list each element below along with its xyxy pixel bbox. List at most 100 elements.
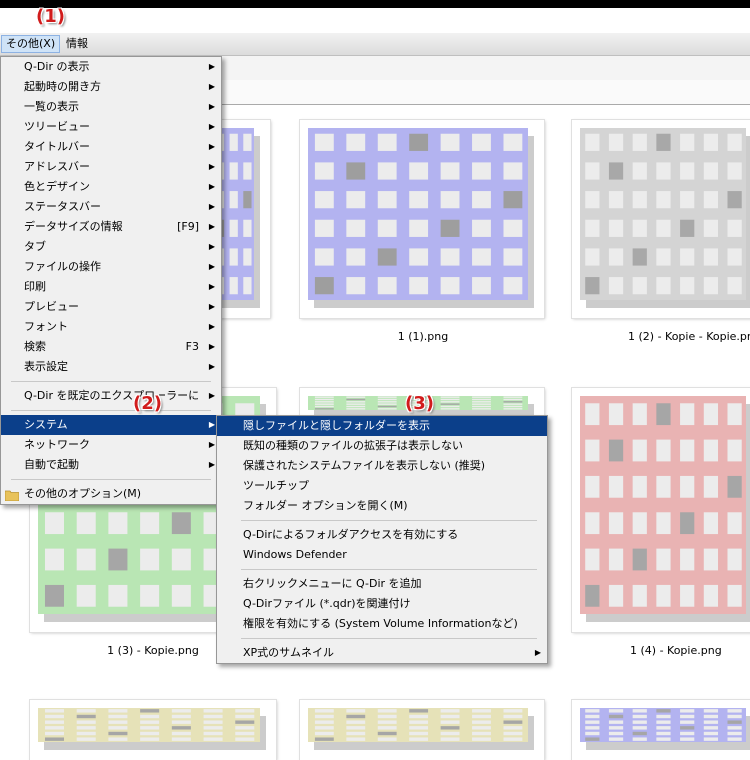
menu-item[interactable]: プレビュー ▶ — [1, 297, 221, 317]
menu-item-label: タブ — [24, 240, 46, 253]
submenu-arrow-icon: ▶ — [208, 242, 215, 251]
other-dropdown-menu: Q-Dir の表示 ▶ 起動時の開き方 ▶ 一覧の表示 ▶ ツリービュー ▶ タイトルバー ▶ アド… — [0, 56, 222, 505]
menu-item-shortcut: [F9] — [177, 220, 199, 233]
submenu-item[interactable]: フォルダー オプションを開く(M) — [217, 496, 547, 516]
submenu-arrow-icon: ▶ — [208, 460, 215, 469]
menu-item[interactable]: 印刷 ▶ — [1, 277, 221, 297]
submenu-arrow-icon: ▶ — [208, 82, 215, 91]
menu-item[interactable]: ステータスバー ▶ — [1, 197, 221, 217]
menu-separator — [241, 638, 537, 639]
menu-item[interactable]: Q-Dir の表示 ▶ — [1, 57, 221, 77]
submenu-item[interactable]: 隠しファイルと隠しフォルダーを表示 — [217, 416, 547, 436]
menu-other[interactable]: その他(X) — [1, 35, 61, 53]
menu-item-label: 一覧の表示 — [24, 100, 79, 113]
submenu-arrow-icon: ▶ — [208, 202, 215, 211]
menu-item-label: Q-Dirによるフォルダアクセスを有効にする — [243, 528, 459, 541]
submenu-arrow-icon: ▶ — [208, 222, 215, 231]
image-thumbnail[interactable] — [572, 700, 750, 760]
menu-item[interactable]: 表示設定 ▶ — [1, 357, 221, 377]
submenu-arrow-icon: ▶ — [208, 322, 215, 331]
menu-item[interactable]: ファイルの操作 ▶ — [1, 257, 221, 277]
menu-item[interactable]: タイトルバー ▶ — [1, 137, 221, 157]
submenu-arrow-icon: ▶ — [208, 142, 215, 151]
menu-item[interactable]: アドレスバー ▶ — [1, 157, 221, 177]
submenu-item[interactable]: Windows Defender — [217, 545, 547, 565]
system-submenu: 隠しファイルと隠しフォルダーを表示既知の種類のファイルの拡張子は表示しない保護さ… — [216, 415, 548, 664]
menu-item[interactable]: その他のオプション(M) — [1, 484, 221, 504]
submenu-arrow-icon: ▶ — [208, 440, 215, 449]
submenu-item[interactable]: 権限を有効にする (System Volume Informationなど) — [217, 614, 547, 634]
file-caption[interactable]: 1 (4) - Kopie.png — [572, 644, 750, 657]
submenu-item[interactable]: Q-Dirによるフォルダアクセスを有効にする — [217, 525, 547, 545]
menu-item-label: 隠しファイルと隠しフォルダーを表示 — [243, 419, 430, 432]
menu-item-label: 表示設定 — [24, 360, 68, 373]
menu-item-label: 自動で起動 — [24, 458, 79, 471]
menu-item-label: ステータスバー — [24, 200, 101, 213]
menu-item[interactable]: システム ▶ — [1, 415, 221, 435]
callout-3: (3) — [405, 393, 434, 414]
menu-separator — [241, 520, 537, 521]
submenu-item[interactable]: ツールチップ — [217, 476, 547, 496]
menu-item-shortcut: F3 — [185, 340, 199, 353]
file-caption[interactable]: 1 (2) - Kopie - Kopie.png — [628, 330, 750, 343]
window-top-border — [0, 0, 750, 8]
image-thumbnail[interactable] — [572, 120, 750, 318]
submenu-arrow-icon: ▶ — [208, 282, 215, 291]
menu-item-label: Q-Dirファイル (*.qdr)を関連付け — [243, 597, 411, 610]
image-thumbnail[interactable] — [300, 700, 544, 760]
folder-icon — [4, 488, 20, 502]
submenu-arrow-icon: ▶ — [208, 262, 215, 271]
menu-item-label: ツールチップ — [243, 479, 309, 492]
menu-item-label: フォント — [24, 320, 68, 333]
menu-item[interactable]: 一覧の表示 ▶ — [1, 97, 221, 117]
menu-separator — [241, 569, 537, 570]
menu-item-label: 印刷 — [24, 280, 46, 293]
submenu-arrow-icon: ▶ — [208, 162, 215, 171]
image-thumbnail[interactable] — [30, 700, 276, 760]
menu-item[interactable]: 自動で起動 ▶ — [1, 455, 221, 475]
menu-item-label: 右クリックメニューに Q-Dir を追加 — [243, 577, 422, 590]
menu-item[interactable]: Q-Dir を既定のエクスプローラーに ▶ — [1, 386, 221, 406]
submenu-item[interactable]: Q-Dirファイル (*.qdr)を関連付け — [217, 594, 547, 614]
callout-2: (2) — [133, 393, 162, 414]
menu-item[interactable]: 検索 F3 ▶ — [1, 337, 221, 357]
submenu-item[interactable]: 既知の種類のファイルの拡張子は表示しない — [217, 436, 547, 456]
submenu-arrow-icon: ▶ — [534, 648, 541, 657]
menu-item-label: フォルダー オプションを開く(M) — [243, 499, 408, 512]
menu-item-label: 権限を有効にする (System Volume Informationなど) — [243, 617, 518, 630]
menu-item[interactable]: 起動時の開き方 ▶ — [1, 77, 221, 97]
submenu-item[interactable]: 保護されたシステムファイルを表示しない (推奨) — [217, 456, 547, 476]
submenu-arrow-icon: ▶ — [208, 391, 215, 400]
menu-item-label: 色とデザイン — [24, 180, 90, 193]
menu-item-label: 保護されたシステムファイルを表示しない (推奨) — [243, 459, 486, 472]
image-thumbnail[interactable] — [572, 388, 750, 632]
menu-item[interactable]: ネットワーク ▶ — [1, 435, 221, 455]
menu-item-label: Q-Dir を既定のエクスプローラーに — [24, 389, 200, 402]
submenu-item[interactable]: 右クリックメニューに Q-Dir を追加 — [217, 574, 547, 594]
menu-separator — [11, 381, 211, 382]
menu-info[interactable]: 情報 — [62, 36, 92, 52]
menu-item[interactable]: タブ ▶ — [1, 237, 221, 257]
menu-item-label: ツリービュー — [24, 120, 90, 133]
menu-item[interactable]: フォント ▶ — [1, 317, 221, 337]
submenu-arrow-icon: ▶ — [208, 302, 215, 311]
submenu-arrow-icon: ▶ — [208, 362, 215, 371]
menu-item-label: アドレスバー — [24, 160, 90, 173]
submenu-arrow-icon: ▶ — [208, 182, 215, 191]
menu-item-label: 検索 — [24, 340, 46, 353]
submenu-item[interactable]: XP式のサムネイル ▶ — [217, 643, 547, 663]
menu-item-label: 既知の種類のファイルの拡張子は表示しない — [243, 439, 463, 452]
file-caption[interactable]: 1 (1).png — [300, 330, 546, 343]
menu-bar: その他(X) 情報 — [0, 33, 750, 56]
menu-item[interactable]: 色とデザイン ▶ — [1, 177, 221, 197]
image-thumbnail[interactable] — [300, 120, 544, 318]
menu-item-label: Windows Defender — [243, 548, 347, 561]
menu-item[interactable]: データサイズの情報 [F9] ▶ — [1, 217, 221, 237]
menu-item-label: タイトルバー — [24, 140, 90, 153]
menu-item-label: ファイルの操作 — [24, 260, 101, 273]
menu-item-label: Q-Dir の表示 — [24, 60, 90, 73]
menu-item[interactable]: ツリービュー ▶ — [1, 117, 221, 137]
menu-item-label: データサイズの情報 — [24, 220, 123, 233]
submenu-arrow-icon: ▶ — [208, 122, 215, 131]
submenu-arrow-icon: ▶ — [208, 102, 215, 111]
